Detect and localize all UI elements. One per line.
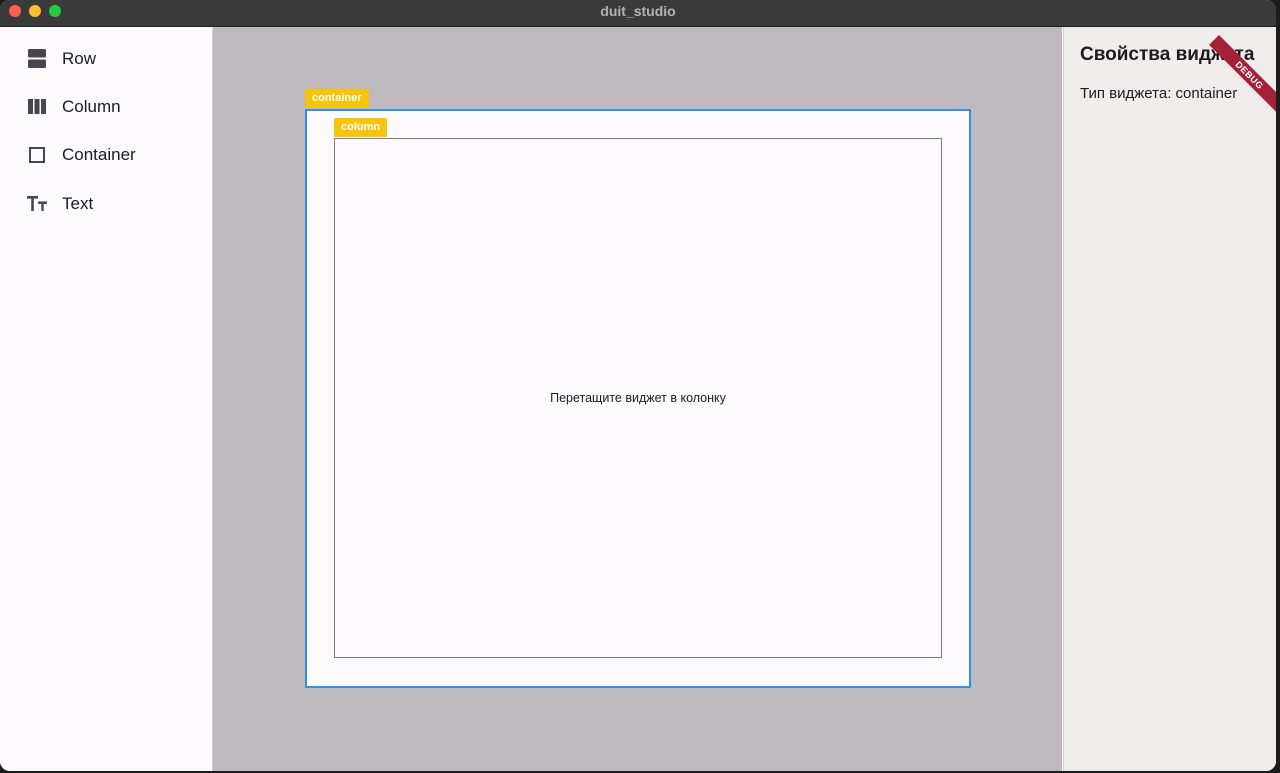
container-widget[interactable]: column Перетащите виджет в колонку (305, 109, 971, 688)
palette-item-text[interactable]: Text (0, 183, 212, 223)
palette-item-container[interactable]: Container (0, 134, 212, 174)
widget-palette: Row Column Container Text (0, 27, 213, 771)
window-title: duit_studio (600, 3, 676, 19)
palette-item-label: Container (62, 145, 136, 164)
row-icon (28, 49, 46, 68)
title-bar[interactable]: duit_studio (0, 0, 1276, 27)
column-icon (28, 99, 46, 114)
container-icon (29, 147, 45, 163)
column-drop-zone[interactable]: Перетащите виджет в колонку (334, 138, 942, 658)
column-placeholder-text: Перетащите виджет в колонку (550, 391, 726, 405)
text-icon (27, 196, 47, 211)
palette-item-label: Text (62, 194, 94, 213)
design-canvas[interactable]: container column Перетащите виджет в кол… (213, 27, 1062, 771)
palette-item-column[interactable]: Column (0, 86, 212, 126)
palette-item-label: Row (62, 49, 97, 68)
widget-type-label: Тип виджета: container (1080, 85, 1238, 102)
app-window: duit_studio Row Column Container Text co… (0, 0, 1276, 771)
container-widget-tag[interactable]: container (305, 89, 369, 108)
properties-panel: Свойства виджета Тип виджета: container … (1063, 27, 1276, 771)
palette-item-label: Column (62, 97, 121, 116)
column-widget-tag[interactable]: column (334, 118, 388, 137)
palette-item-row[interactable]: Row (0, 38, 212, 78)
